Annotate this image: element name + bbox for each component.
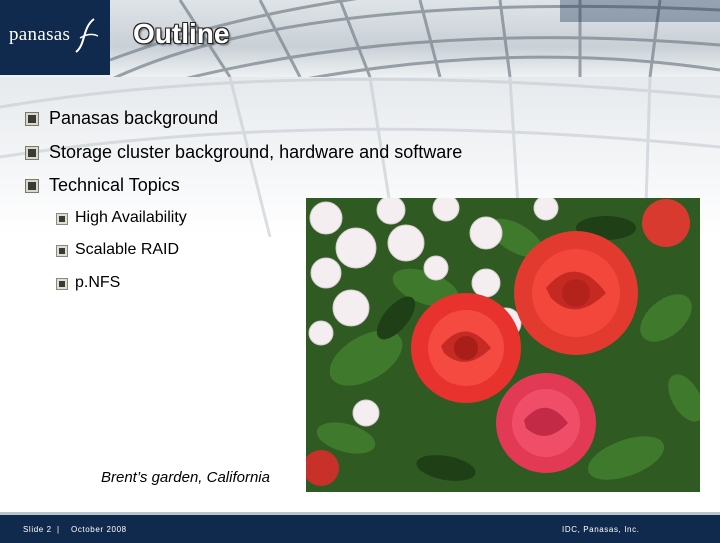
bullet-item: Storage cluster background, hardware and… xyxy=(49,142,463,162)
logo-swoosh-icon xyxy=(75,18,99,53)
slide-footer: Slide 2 | October 2008 IDC, Panasas, Inc… xyxy=(0,512,720,543)
slide-title: Outline xyxy=(133,18,230,49)
sub-bullet-square-icon xyxy=(57,214,67,224)
logo-text: panasas xyxy=(9,24,71,45)
sub-bullet-square-icon xyxy=(57,246,67,256)
bullet-square-icon xyxy=(26,147,38,159)
slide-number: Slide 2 xyxy=(23,525,52,534)
bullet-square-icon xyxy=(26,113,38,125)
bullet-item: Technical Topics xyxy=(49,175,180,195)
footer-separator: | xyxy=(57,525,60,534)
bullet-item: Panasas background xyxy=(49,108,219,128)
slide-header: panasas Outline xyxy=(0,0,720,77)
sub-bullet-item: High Availability xyxy=(75,209,187,226)
sub-bullet-square-icon xyxy=(57,279,67,289)
sub-bullet-item: p.NFS xyxy=(75,274,121,291)
rose-garden-photo xyxy=(306,198,700,492)
photo-caption: Brent’s garden, California xyxy=(101,469,270,486)
company-logo: panasas xyxy=(0,0,110,75)
bullet-square-icon xyxy=(26,180,38,192)
footer-copyright: IDC, Panasas, Inc. xyxy=(562,525,640,534)
sub-bullet-item: Scalable RAID xyxy=(75,241,180,258)
footer-date: October 2008 xyxy=(71,525,127,534)
